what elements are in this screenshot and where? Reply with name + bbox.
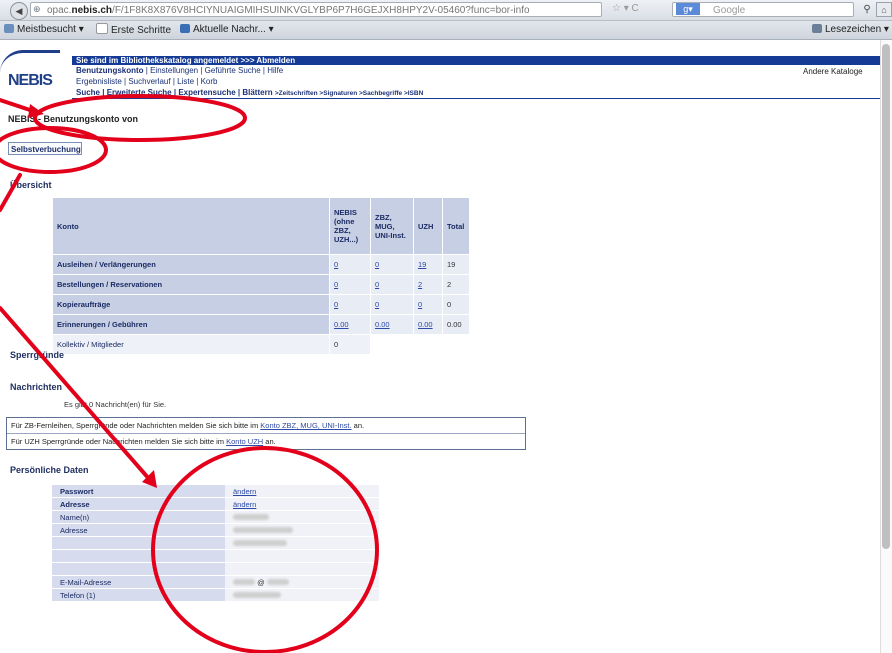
annotation-circle-title bbox=[33, 94, 247, 142]
annotation-overlay bbox=[0, 94, 379, 653]
annotation-arrow-line bbox=[0, 173, 22, 212]
annotation-circle-personal bbox=[151, 446, 379, 653]
annotation-arrow-line bbox=[0, 306, 152, 482]
annotation-circle-selfcheckout bbox=[0, 126, 108, 174]
